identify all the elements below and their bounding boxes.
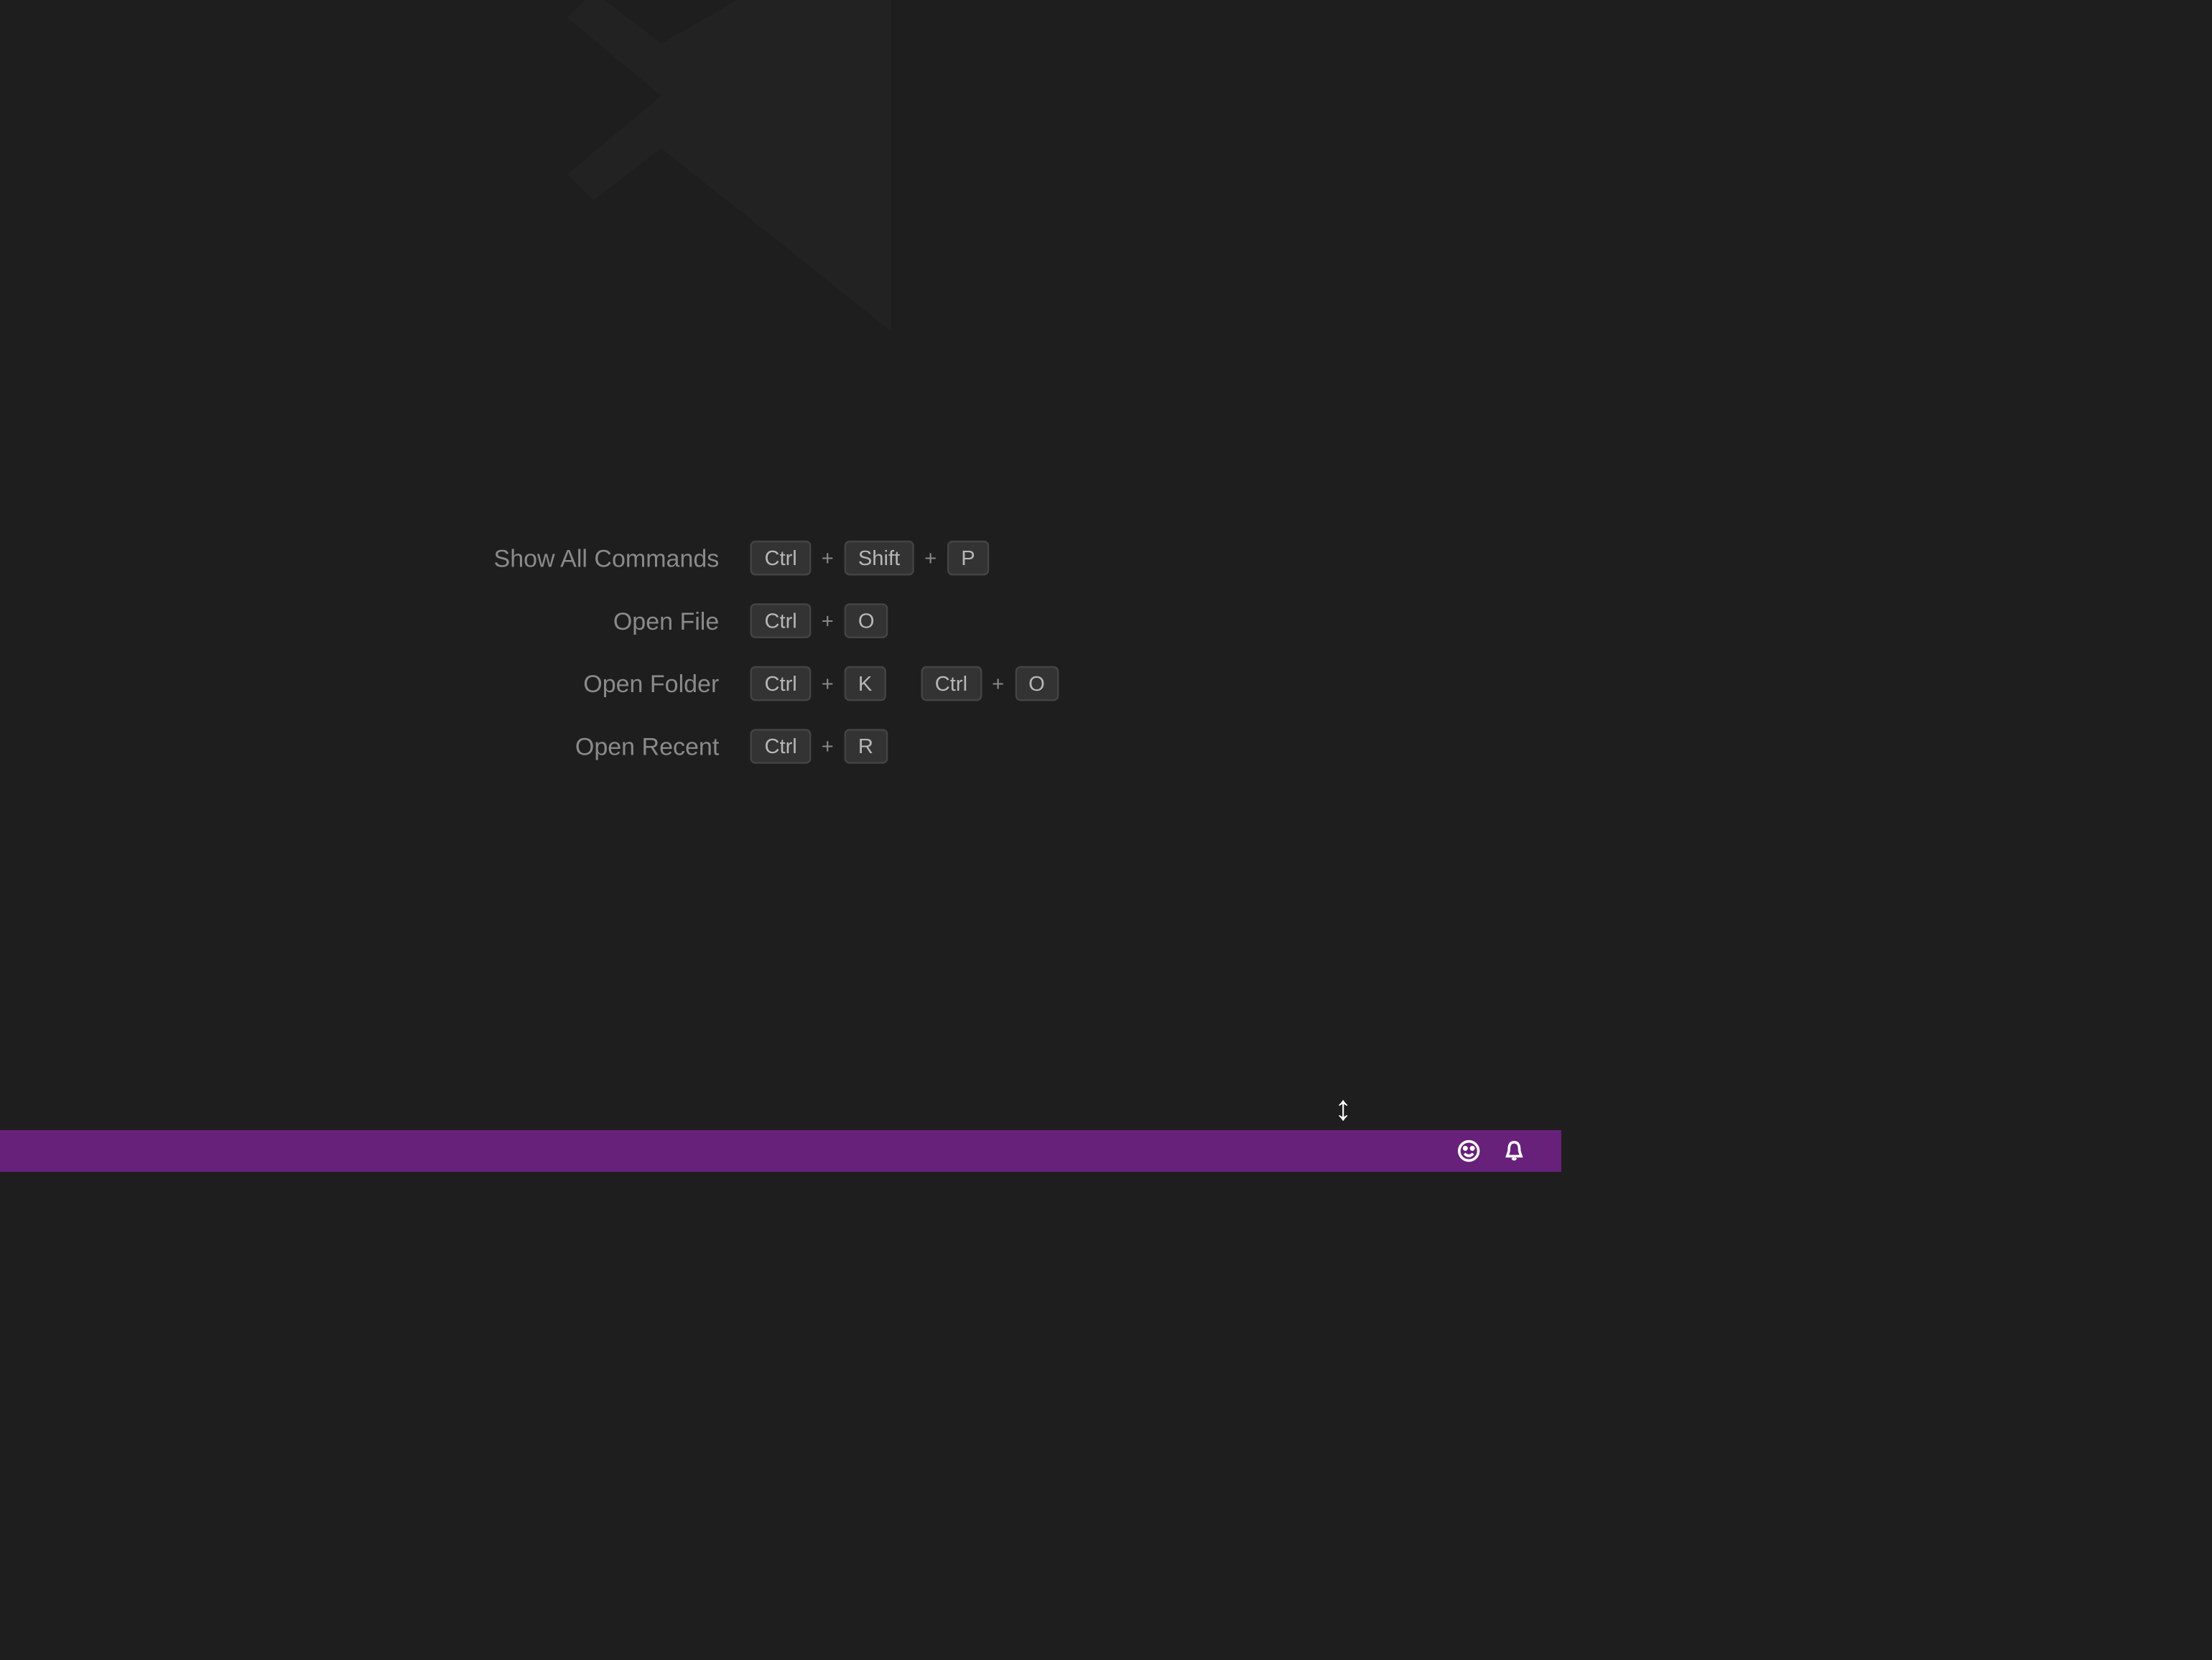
- shortcut-label: Open Recent: [494, 732, 720, 760]
- keyboard-key: Ctrl: [750, 603, 811, 638]
- status-bar: 0 0: [0, 1130, 1561, 1172]
- keyboard-key: Ctrl: [750, 729, 811, 764]
- keyboard-key: Ctrl: [750, 541, 811, 576]
- shortcut-label: Open File: [494, 607, 720, 635]
- keyboard-key: O: [1015, 666, 1059, 701]
- shortcut-keys: Ctrl+KCtrl+O: [750, 666, 1059, 701]
- keyboard-key: Ctrl: [921, 666, 981, 701]
- keyboard-key: P: [947, 541, 989, 576]
- status-feedback-icon[interactable]: [1456, 1139, 1481, 1163]
- welcome-shortcuts: Show All Commands Ctrl+Shift+P Open File Ct…: [494, 541, 1059, 764]
- editor-area: Show All Commands Ctrl+Shift+P Open File Ct…: [0, 0, 1561, 1130]
- shortcut-label: Open Folder: [494, 670, 720, 698]
- keyboard-key: O: [844, 603, 888, 638]
- shortcut-keys: Ctrl+R: [750, 729, 1059, 764]
- keyboard-key: Shift: [844, 541, 914, 576]
- shortcut-label: Show All Commands: [494, 544, 720, 572]
- keyboard-key: R: [844, 729, 887, 764]
- shortcut-keys: Ctrl+Shift+P: [750, 541, 1059, 576]
- status-bell-icon[interactable]: [1502, 1139, 1526, 1163]
- keyboard-key: Ctrl: [750, 666, 811, 701]
- shortcut-keys: Ctrl+O: [750, 603, 1059, 638]
- vscode-watermark-icon: [515, 0, 1038, 392]
- keyboard-key: K: [844, 666, 886, 701]
- resize-cursor-icon: ↕: [1334, 1090, 1352, 1130]
